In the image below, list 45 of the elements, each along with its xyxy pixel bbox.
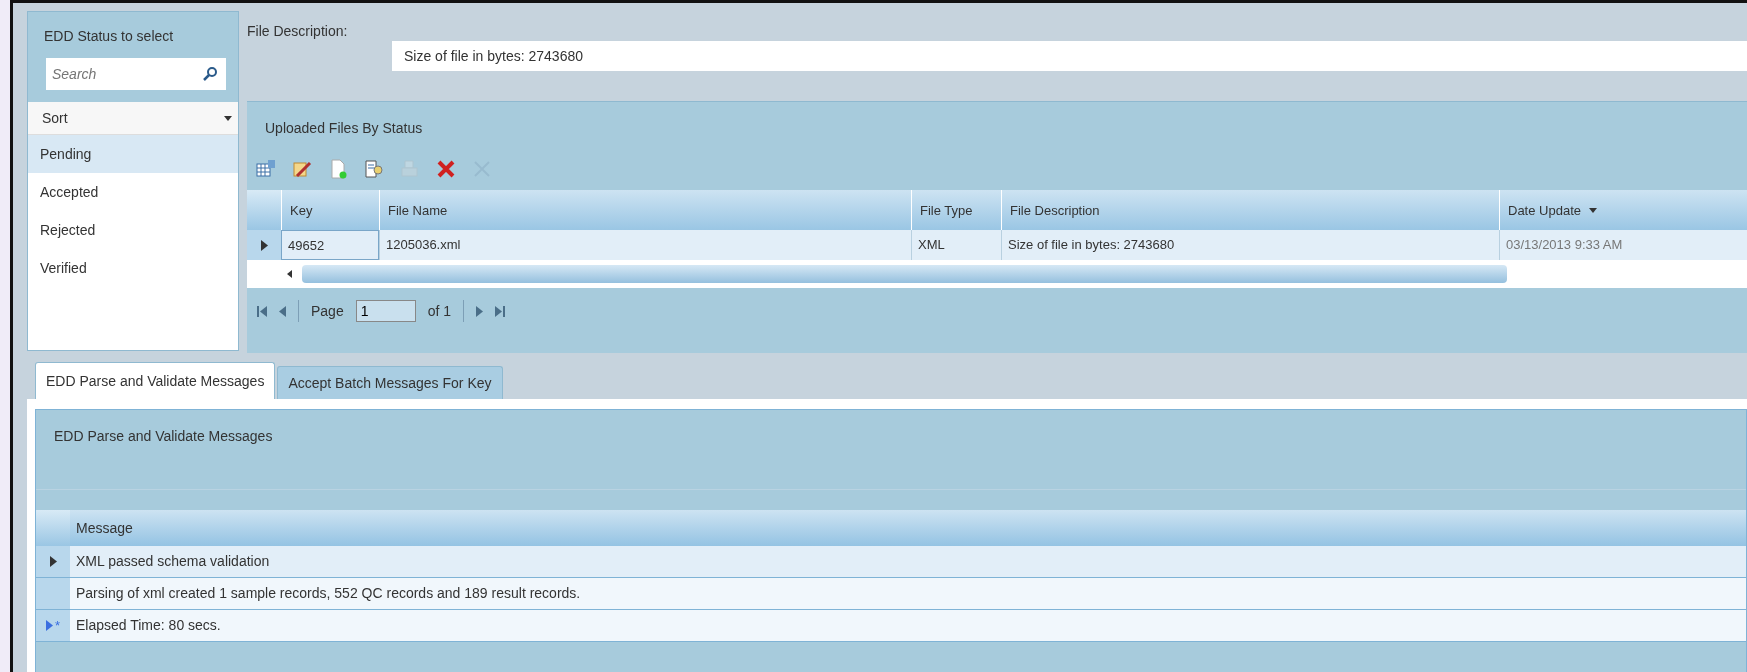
status-item[interactable]: Verified [28,249,238,287]
delete-icon[interactable] [435,158,457,180]
status-item[interactable]: Rejected [28,211,238,249]
table-cell: XML [911,230,1001,260]
panel-title: EDD Parse and Validate Messages [36,410,1746,490]
current-row-icon [260,239,268,251]
panel-title: Uploaded Files By Status [264,119,424,138]
previous-page-icon[interactable] [279,305,286,317]
table-cell: Size of file in bytes: 2743680 [1001,230,1499,260]
search-icon [202,66,218,82]
table-row[interactable]: Parsing of xml created 1 sample records, 552 QC records and 189 result records. [36,578,1746,610]
table-row[interactable]: XML passed schema validation [36,546,1746,578]
page-label: Page [311,303,344,319]
sort-dropdown[interactable]: Sort [28,102,238,135]
new-row-marker: * [54,618,61,633]
table-cell: 03/13/2013 9:33 AM [1499,230,1747,260]
table-row[interactable]: 49652 1205036.xml XML Size of file in bytes: 2743680 03/13/2013 9:33 AM [247,230,1747,260]
search-field[interactable]: Search [28,54,238,102]
table-cell-text: XML passed schema validation [75,552,271,571]
description-field[interactable]: Size of file in bytes: 2743680 [392,41,1747,71]
status-item[interactable]: Accepted [28,173,238,211]
tab[interactable]: EDD Parse and Validate Messages [35,362,276,399]
next-page-icon[interactable] [476,305,484,317]
first-page-icon[interactable] [257,305,267,317]
grid-icon[interactable] [255,158,277,180]
page-field[interactable]: 1 [355,300,416,322]
tab[interactable]: Accept Batch Messages For Key [277,366,503,399]
page-count: of 1 [427,303,452,319]
status-item[interactable]: Pending [28,135,238,173]
table-cell-text: Parsing of xml created 1 sample records, 552 QC records and 189 result records. [75,584,582,603]
table-cell-text: Elapsed Time: 80 secs. [75,616,222,635]
table-row[interactable]: * Elapsed Time: 80 secs. [36,610,1746,642]
current-row-icon [49,556,57,567]
new-row-icon [45,620,53,631]
table-cell: 49652 [281,230,379,260]
view-icon[interactable] [363,158,385,180]
column-header[interactable]: Key [281,190,379,230]
field-label: File Description: [247,22,349,41]
panel-title: EDD Status to select [28,12,238,54]
caret-icon [224,115,232,121]
last-page-icon[interactable] [495,305,506,317]
table-cell: 1205036.xml [379,230,911,260]
scroll-left-icon[interactable] [287,270,292,278]
row-header-cell [36,510,70,546]
scrollbar-thumb[interactable] [302,265,1507,283]
